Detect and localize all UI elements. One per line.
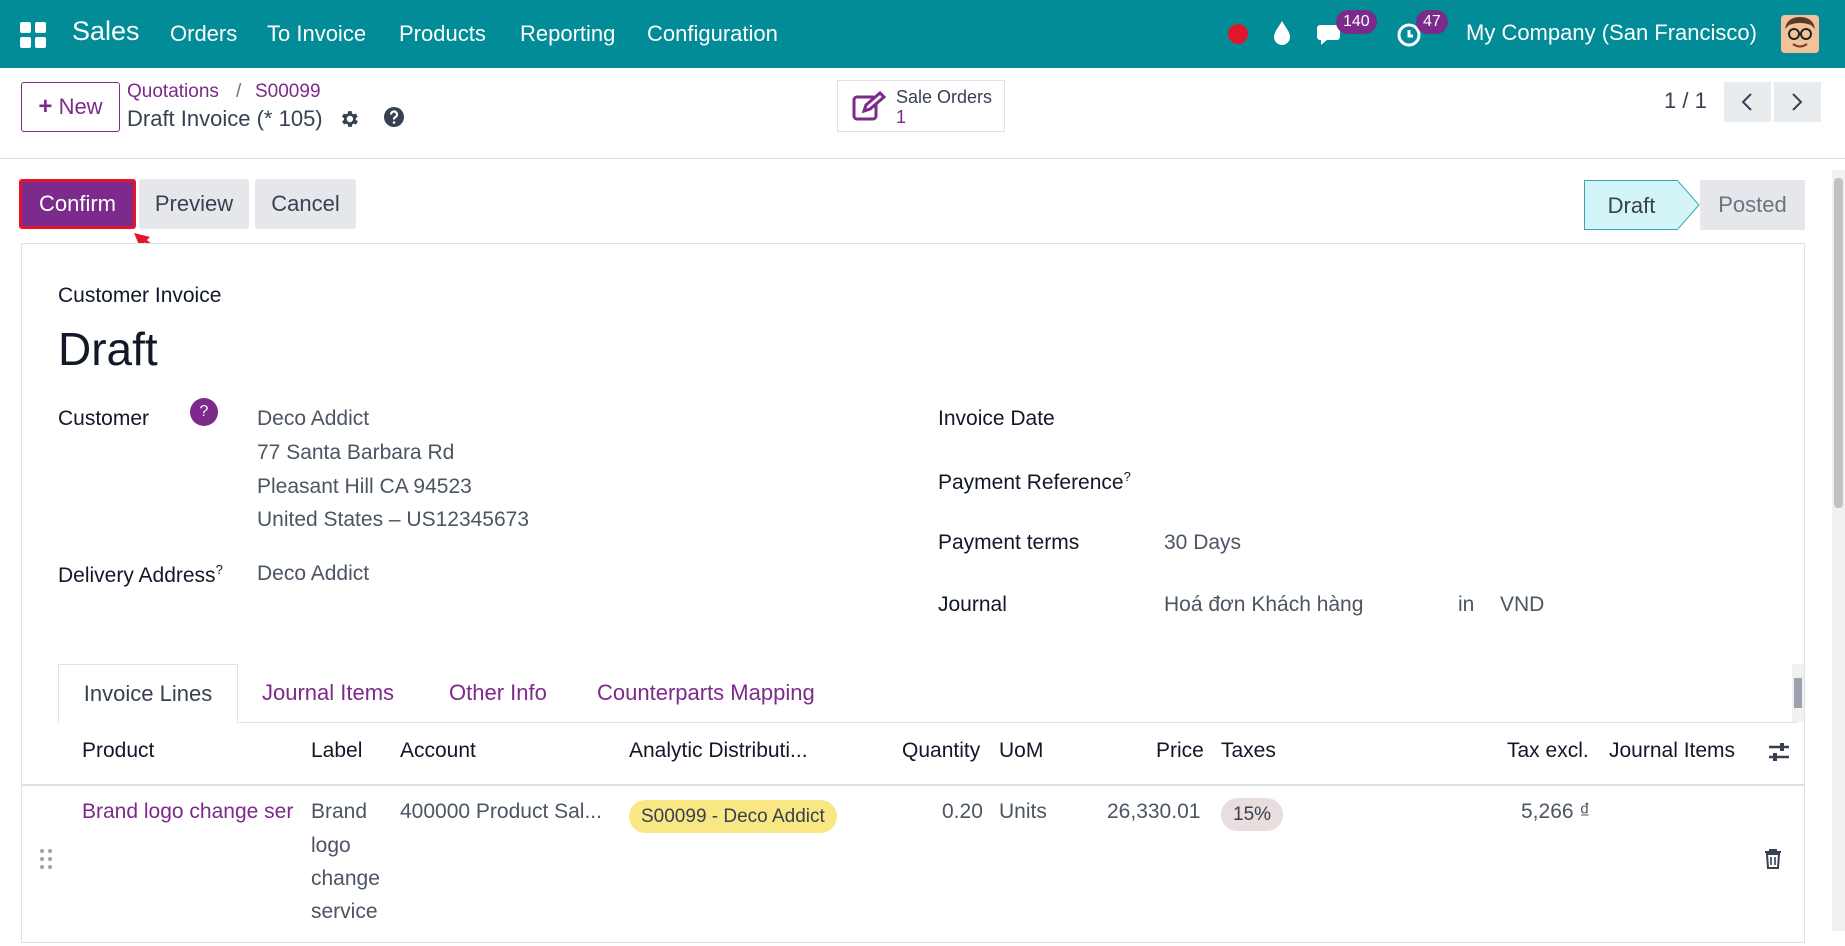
payment-reference-input[interactable] xyxy=(1162,464,1782,498)
col-tax-excl[interactable]: Tax excl. xyxy=(1507,739,1589,763)
breadcrumb-order[interactable]: S00099 xyxy=(255,81,321,103)
cell-quantity[interactable]: 0.20 xyxy=(942,800,983,824)
plus-icon: + xyxy=(38,93,53,120)
journal-label: Journal xyxy=(938,593,1007,616)
breadcrumb-separator: / xyxy=(236,81,242,102)
droplet-icon[interactable] xyxy=(1272,20,1292,46)
company-switcher[interactable]: My Company (San Francisco) xyxy=(1466,20,1757,46)
tab-journal-items[interactable]: Journal Items xyxy=(262,664,394,722)
col-taxes[interactable]: Taxes xyxy=(1221,739,1276,763)
top-navbar: Sales Orders To Invoice Products Reporti… xyxy=(0,0,1845,68)
scrollbar-thumb[interactable] xyxy=(1834,178,1843,508)
col-quantity[interactable]: Quantity xyxy=(902,739,980,763)
tab-invoice-lines[interactable]: Invoice Lines xyxy=(58,664,238,723)
confirm-button[interactable]: Confirm xyxy=(19,179,136,229)
drag-handle-icon[interactable] xyxy=(38,848,54,870)
chevron-right-icon xyxy=(1792,93,1803,111)
app-name[interactable]: Sales xyxy=(72,16,140,47)
delivery-address-label: Delivery Address? xyxy=(58,562,223,587)
preview-button[interactable]: Preview xyxy=(139,179,249,229)
customer-name[interactable]: Deco Addict xyxy=(257,407,369,431)
cell-tax-excl: 5,266 ₫ xyxy=(1521,800,1591,823)
col-label[interactable]: Label xyxy=(311,739,362,763)
invoice-lines-header: Product Label Account Analytic Distribut… xyxy=(22,722,1804,786)
col-price[interactable]: Price xyxy=(1156,739,1204,763)
stage-posted[interactable]: Posted xyxy=(1700,180,1805,230)
record-icon[interactable] xyxy=(1228,24,1248,44)
help-icon[interactable] xyxy=(383,106,405,128)
analytic-tag[interactable]: S00099 - Deco Addict xyxy=(629,800,837,833)
document-type: Customer Invoice xyxy=(58,284,222,307)
col-uom[interactable]: UoM xyxy=(999,739,1043,763)
new-button[interactable]: + New xyxy=(21,82,120,132)
apps-grid-icon[interactable] xyxy=(20,22,46,48)
trash-icon[interactable] xyxy=(1763,848,1783,870)
cancel-button[interactable]: Cancel xyxy=(255,179,356,229)
col-analytic[interactable]: Analytic Distributi... xyxy=(629,739,808,763)
payment-terms-field[interactable]: 30 Days xyxy=(1164,531,1241,555)
column-settings-icon[interactable] xyxy=(1767,740,1791,764)
cell-account[interactable]: 400000 Product Sal... xyxy=(400,800,602,824)
menu-reporting[interactable]: Reporting xyxy=(520,21,615,47)
record-title: Draft Invoice (* 105) xyxy=(127,106,323,131)
menu-orders[interactable]: Orders xyxy=(170,21,237,47)
notebook-tabs: Invoice Lines Journal Items Other Info C… xyxy=(58,664,1798,723)
pager-previous-button[interactable] xyxy=(1724,82,1771,122)
col-account[interactable]: Account xyxy=(400,739,476,763)
status-bar: Confirm Preview Cancel Draft Posted xyxy=(0,159,1845,273)
chevron-left-icon xyxy=(1741,93,1752,111)
activities-badge: 47 xyxy=(1416,10,1448,34)
gear-icon[interactable] xyxy=(338,108,360,130)
customer-country: United States – US12345673 xyxy=(257,508,530,531)
menu-configuration[interactable]: Configuration xyxy=(647,21,778,47)
smart-button-value: 1 xyxy=(896,107,907,127)
menu-products[interactable]: Products xyxy=(399,21,486,47)
col-journal-items[interactable]: Journal Items xyxy=(1609,739,1735,763)
cell-label-line-2: logo xyxy=(311,834,351,857)
customer-city: Pleasant Hill CA 94523 xyxy=(257,475,472,498)
cell-product[interactable]: Brand logo change ser xyxy=(82,800,305,824)
currency-field[interactable]: VND xyxy=(1500,593,1544,617)
tab-counterparts-mapping[interactable]: Counterparts Mapping xyxy=(597,664,815,722)
page-scrollbar[interactable] xyxy=(1832,170,1845,931)
customer-street: 77 Santa Barbara Rd xyxy=(257,441,455,464)
delivery-address-field[interactable]: Deco Addict xyxy=(257,562,369,586)
pager-next-button[interactable] xyxy=(1774,82,1821,122)
customer-label: Customer xyxy=(58,407,150,430)
payment-reference-label: Payment Reference? xyxy=(938,469,1131,494)
stage-draft[interactable]: Draft xyxy=(1584,180,1678,230)
invoice-form-sheet: Customer Invoice Draft Customer ? Deco A… xyxy=(21,243,1805,943)
invoice-date-input[interactable] xyxy=(1162,402,1782,436)
col-product[interactable]: Product xyxy=(82,739,154,763)
tab-other-info[interactable]: Other Info xyxy=(449,664,547,722)
journal-field[interactable]: Hoá đơn Khách hàng xyxy=(1164,593,1363,617)
avatar[interactable] xyxy=(1781,15,1819,53)
cell-label-line-1[interactable]: Brand xyxy=(311,800,367,824)
edit-icon xyxy=(852,91,886,121)
table-row[interactable]: Brand logo change ser Brand logo change … xyxy=(22,786,1804,946)
control-panel: + New Quotations / S00099 Draft Invoice … xyxy=(0,68,1845,159)
payment-terms-label: Payment terms xyxy=(938,531,1080,554)
customer-help-icon[interactable]: ? xyxy=(190,398,218,426)
breadcrumb-quotations[interactable]: Quotations xyxy=(127,81,219,103)
stage-arrow xyxy=(1677,180,1700,230)
tax-tag[interactable]: 15% xyxy=(1221,798,1284,831)
journal-in-text: in xyxy=(1458,593,1475,616)
smart-button-label: Sale Orders xyxy=(896,87,993,107)
cell-uom[interactable]: Units xyxy=(999,800,1047,824)
invoice-date-label: Invoice Date xyxy=(938,407,1055,430)
document-name: Draft xyxy=(58,323,158,375)
tabs-scrollbar[interactable] xyxy=(1792,664,1804,722)
menu-to-invoice[interactable]: To Invoice xyxy=(267,21,366,47)
cell-label-line-4: service xyxy=(311,900,378,923)
pager-value[interactable]: 1 / 1 xyxy=(1664,88,1707,114)
sale-orders-smart-button[interactable]: Sale Orders 1 xyxy=(837,80,1005,132)
messages-badge: 140 xyxy=(1336,10,1377,34)
cell-price[interactable]: 26,330.01 xyxy=(1107,800,1200,824)
cell-label-line-3: change xyxy=(311,867,380,890)
